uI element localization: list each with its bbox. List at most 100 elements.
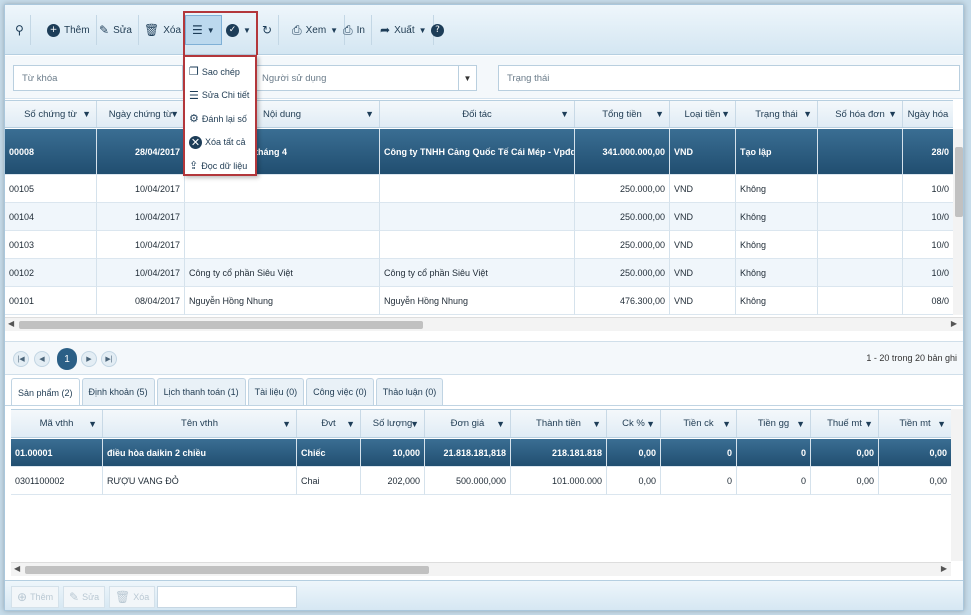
table-row[interactable]: 00008 28/04/2017 tháng 4 Công ty TNHH Cả… [5, 129, 953, 175]
filter-icon[interactable]: ▼ [496, 419, 505, 429]
col-quantity[interactable]: Số lượng ▼ [361, 410, 425, 437]
col-discount-amount[interactable]: Tiền ck ▼ [661, 410, 737, 437]
menu-item-edit-detail[interactable]: ☰ Sửa Chi tiết [185, 84, 255, 108]
trash-icon: 🗑 [115, 590, 131, 604]
table-row[interactable]: 0301100002 RƯỢU VANG ĐỎ Chai 202,000 500… [11, 467, 951, 495]
filter-icon[interactable]: ▼ [796, 419, 805, 429]
scroll-right-icon[interactable]: ▶ [951, 319, 957, 328]
menu-item-label: Đánh lại số [201, 113, 247, 124]
col-invoice-date[interactable]: Ngày hóa [903, 101, 953, 127]
cell: 10/04/2017 [97, 259, 185, 287]
detail-grid-vscrollbar[interactable] [951, 409, 963, 561]
filter-icon[interactable]: ▼ [888, 109, 897, 119]
view-label: Xem [305, 24, 327, 36]
keyword-input[interactable]: Từ khóa [13, 65, 183, 91]
table-row[interactable]: 01.00001 điều hòa daikin 2 chiều Chiếc 1… [11, 439, 951, 467]
scroll-right-icon[interactable]: ▶ [941, 564, 947, 573]
tab-products[interactable]: Sản phẩm (2) [11, 378, 80, 406]
help-button[interactable]: ? [425, 15, 450, 45]
detail-grid-hscrollbar[interactable]: ◀ ▶ [11, 562, 951, 576]
menu-item-delete-all[interactable]: ✕ Xóa tất cả [185, 131, 255, 155]
filter-icon[interactable]: ▼ [803, 109, 812, 119]
cell: 00103 [5, 231, 97, 259]
col-invoice-no[interactable]: Số hóa đơn ▼ [818, 101, 903, 127]
table-row[interactable]: 00104 10/04/2017 250.000,00 VND Không 10… [5, 203, 953, 231]
cell: 0 [661, 467, 737, 495]
scroll-left-icon[interactable]: ◀ [14, 564, 20, 573]
detail-add-button[interactable]: ⊕ Thêm [11, 586, 60, 608]
filter-icon[interactable]: ▼ [592, 419, 601, 429]
col-env-amount[interactable]: Tiền mt ▼ [879, 410, 951, 437]
col-unit[interactable]: Đvt ▼ [297, 410, 361, 437]
filter-icon[interactable]: ▼ [170, 109, 179, 119]
tab-accounting[interactable]: Định khoản (5) [81, 378, 155, 405]
col-status[interactable]: Trạng thái ▼ [736, 101, 818, 127]
tab-documents[interactable]: Tài liệu (0) [247, 378, 305, 405]
menu-item-copy[interactable]: ❐ Sao chép [185, 60, 255, 84]
col-item-code[interactable]: Mã vthh ▼ [11, 410, 103, 437]
print-button[interactable]: ⎙ In [337, 15, 372, 45]
filter-icon[interactable]: ▼ [560, 109, 569, 119]
plus-icon: + [47, 23, 60, 37]
filter-icon[interactable]: ▼ [646, 419, 655, 429]
table-row[interactable]: 00105 10/04/2017 250.000,00 VND Không 10… [5, 175, 953, 203]
table-row[interactable]: 00103 10/04/2017 250.000,00 VND Không 10… [5, 231, 953, 259]
col-item-name[interactable]: Tên vthh ▼ [103, 410, 297, 437]
filter-icon[interactable]: ▼ [346, 419, 355, 429]
detail-quick-input[interactable] [157, 586, 297, 608]
menu-item-read-data[interactable]: ⇪ Đọc dữ liệu [185, 154, 255, 178]
col-discount-pct[interactable]: Ck % ▼ [607, 410, 661, 437]
current-page[interactable]: 1 [57, 348, 77, 370]
col-currency[interactable]: Loại tiền ▼ [670, 101, 736, 127]
delete-label: Xóa [163, 24, 182, 36]
col-unit-price[interactable]: Đơn giá ▼ [425, 410, 511, 437]
prev-page-button[interactable]: ◀ [34, 351, 50, 367]
detail-edit-button[interactable]: ✎ Sửa [63, 586, 106, 608]
last-page-button[interactable]: ▶| [101, 351, 117, 367]
menu-item-renumber[interactable]: ⚙ Đánh lại số [185, 107, 255, 131]
trash-icon: 🗑 [144, 23, 160, 37]
filter-icon[interactable]: ▼ [722, 419, 731, 429]
edit-button[interactable]: ✎ Sửa [93, 15, 139, 45]
detail-add-label: Thêm [30, 592, 54, 602]
table-row[interactable]: 00101 08/04/2017 Nguyễn Hồng Nhung Nguyễ… [5, 287, 953, 315]
tab-discussion[interactable]: Thảo luận (0) [375, 378, 444, 405]
tab-tasks[interactable]: Công việc (0) [306, 378, 374, 405]
filter-icon[interactable]: ▼ [88, 419, 97, 429]
col-amount[interactable]: Thành tiền ▼ [511, 410, 607, 437]
first-page-button[interactable]: |◀ [13, 351, 29, 367]
col-partner[interactable]: Đối tác ▼ [380, 101, 575, 127]
detail-delete-button[interactable]: 🗑 Xóa [109, 586, 156, 608]
col-voucher-date[interactable]: Ngày chứng từ ▼ [97, 101, 185, 127]
refresh-button[interactable]: ↻ [256, 15, 280, 45]
chevron-down-icon[interactable]: ▼ [458, 66, 476, 90]
col-total[interactable]: Tổng tiền ▼ [575, 101, 670, 127]
main-grid-hscrollbar[interactable]: ◀ ▶ [5, 317, 963, 331]
filter-icon[interactable]: ▼ [937, 419, 946, 429]
table-row[interactable]: 00102 10/04/2017 Công ty cổ phần Siêu Vi… [5, 259, 953, 287]
filter-icon[interactable]: ▼ [365, 109, 374, 119]
scroll-thumb[interactable] [19, 321, 423, 329]
user-select[interactable]: Người sử dụng ▼ [253, 65, 477, 91]
delete-button[interactable]: 🗑 Xóa [138, 15, 189, 45]
col-env-tax[interactable]: Thuế mt ▼ [811, 410, 879, 437]
scroll-thumb[interactable] [25, 566, 429, 574]
main-grid-header: Số chứng từ ▼ Ngày chứng từ ▼ Nội dung ▼ Đố… [5, 100, 953, 128]
scroll-left-icon[interactable]: ◀ [8, 319, 14, 328]
cell [818, 129, 903, 175]
status-input[interactable]: Trạng thái [498, 65, 960, 91]
filter-icon[interactable]: ▼ [864, 419, 873, 429]
scroll-thumb[interactable] [955, 147, 963, 217]
filter-icon[interactable]: ▼ [655, 109, 664, 119]
col-reduction[interactable]: Tiền gg ▼ [737, 410, 811, 437]
filter-icon[interactable]: ▼ [410, 419, 419, 429]
col-voucher-no[interactable]: Số chứng từ ▼ [5, 101, 97, 127]
filter-icon[interactable]: ▼ [721, 109, 730, 119]
main-grid-vscrollbar[interactable] [953, 129, 963, 315]
filter-icon[interactable]: ▼ [82, 109, 91, 119]
next-page-button[interactable]: ▶ [81, 351, 97, 367]
add-button[interactable]: + Thêm [41, 15, 97, 45]
search-button[interactable]: ⚲ [9, 15, 31, 45]
filter-icon[interactable]: ▼ [282, 419, 291, 429]
tab-payment-schedule[interactable]: Lịch thanh toán (1) [156, 378, 246, 405]
